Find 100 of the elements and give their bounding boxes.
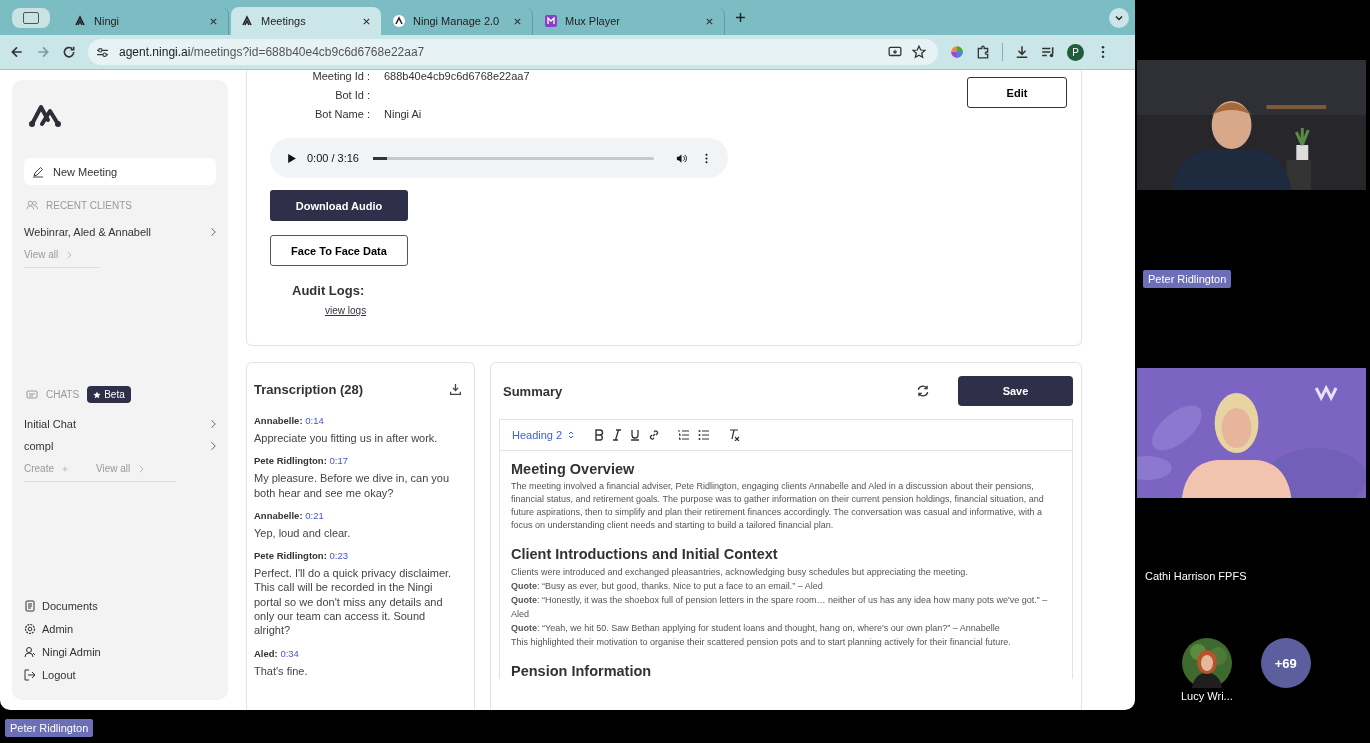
close-icon[interactable]: [209, 16, 218, 26]
gear-icon: [24, 622, 36, 635]
timestamp-link[interactable]: 0:23: [329, 550, 348, 562]
profile-avatar[interactable]: P: [1067, 43, 1084, 61]
tab-search-icon[interactable]: [12, 7, 50, 28]
people-icon: [26, 199, 38, 211]
section-heading: Meeting Overview: [511, 461, 636, 477]
rich-text-editor[interactable]: [499, 419, 1073, 679]
color-wheel-icon[interactable]: [950, 45, 964, 59]
speaker-name-badge: Peter Ridlington: [5, 719, 94, 737]
logo-icon: [74, 15, 86, 27]
download-icon[interactable]: [1015, 45, 1029, 59]
chat-item[interactable]: compl: [24, 435, 216, 457]
speaker-name: Pete Ridlington:: [254, 550, 327, 562]
logo-icon: [241, 15, 253, 27]
timestamp-link[interactable]: 0:34: [280, 647, 299, 659]
tab-menu-button[interactable]: [1109, 7, 1129, 28]
media-icon[interactable]: [1041, 45, 1055, 59]
participant-name: Peter Ridlington: [1143, 270, 1232, 288]
transcript-text: My pleasure. Before we dive in, can you both hear and see me okay?: [254, 471, 451, 500]
speaker-name: Annabelle:: [254, 415, 303, 426]
more-participants-badge[interactable]: +69: [1260, 638, 1311, 688]
updown-icon: [568, 430, 575, 440]
edit-button[interactable]: Edit: [967, 77, 1067, 108]
site-settings-icon[interactable]: [96, 45, 109, 59]
save-button[interactable]: Save: [958, 376, 1073, 406]
refresh-icon[interactable]: [916, 384, 930, 398]
summary-line: Quote: “Busy as ever, but good, thanks. Nice to put a face to an email.” – Aled: [511, 580, 824, 593]
nav-item[interactable]: Admin: [24, 617, 216, 640]
document-icon: [24, 599, 36, 612]
view-logs-link[interactable]: view logs: [325, 305, 367, 316]
bold-icon[interactable]: [594, 429, 605, 441]
logo-icon: [28, 102, 62, 128]
play-icon[interactable]: [286, 152, 297, 164]
speaker-name: Annabelle:: [254, 509, 303, 521]
timestamp-link[interactable]: 0:21: [305, 509, 324, 521]
volume-icon[interactable]: [676, 152, 687, 164]
chat-item[interactable]: Initial Chat: [24, 413, 216, 435]
transcript-text: Appreciate you fitting us in after work.: [254, 431, 439, 446]
new-meeting-button[interactable]: New Meeting: [24, 158, 216, 185]
chevron-icon: [210, 227, 216, 237]
pencil-icon: [32, 165, 44, 178]
numbered-list-icon[interactable]: [678, 429, 691, 441]
bullet-list-icon[interactable]: [698, 429, 711, 441]
link-icon[interactable]: [648, 429, 661, 441]
address-bar[interactable]: agent.ningi.ai/meetings?id=688b40e4cb9c6d6768e22aa7: [88, 39, 938, 65]
close-icon[interactable]: [513, 16, 522, 26]
participant-name: Lucy Wri...: [1181, 690, 1233, 702]
section-heading: RECENT CLIENTS: [46, 199, 132, 211]
chevron-icon: [210, 419, 216, 429]
beta-badge: Beta: [87, 386, 131, 403]
italic-icon[interactable]: [612, 429, 623, 441]
star-icon[interactable]: [912, 45, 926, 59]
participant-name: Cathi Harrison FPFS: [1144, 570, 1248, 582]
summary-line: Quote: “Honestly, it was the shoebox full of pension letters in the spare room… neither of us has any idea how many pots we've got.” – Aled: [511, 594, 1049, 621]
panel-title: Transcription (28): [254, 381, 364, 397]
section-heading: Client Introductions and Initial Context: [511, 546, 779, 562]
close-icon[interactable]: [705, 16, 714, 26]
nav-item[interactable]: Logout: [24, 663, 216, 686]
face-to-face-button[interactable]: Face To Face Data: [270, 235, 408, 266]
summary-line: Quote: “Yeah, we hit 50. Saw Bethan applying for student loans and thought, hang on, where's our own plan?” – Annabelle: [511, 622, 1001, 635]
chevron-icon: [210, 441, 216, 451]
transcript-text: That's fine.: [254, 663, 309, 678]
speaker-name: Aled:: [254, 647, 278, 659]
download-audio-button[interactable]: Download Audio: [270, 190, 408, 221]
back-icon[interactable]: [10, 45, 24, 59]
extensions-icon[interactable]: [976, 45, 990, 59]
url-text: agent.ningi.ai/meetings?id=688b40e4cb9c6d6768e22aa7: [119, 45, 425, 59]
logo-icon: [545, 15, 557, 27]
install-icon[interactable]: [888, 45, 902, 59]
audio-time: 0:00 / 3:16: [307, 152, 359, 164]
audit-heading: Audit Logs:: [292, 283, 366, 298]
underline-icon[interactable]: [630, 429, 641, 441]
logo-icon: [393, 15, 405, 27]
new-tab-icon[interactable]: [735, 12, 746, 23]
download-icon[interactable]: [449, 382, 462, 396]
field-label: Bot Id :: [334, 89, 370, 102]
chat-icon: [26, 388, 38, 401]
summary-line: Clients were introduced and exchanged pleasantries, acknowledging busy schedules but appreciating the meeting.: [511, 566, 969, 579]
summary-paragraph: The meeting involved a financial adviser, Pete Ridlington, engaging clients Annabelle and Aled in a discussion about their pensions, financial status, and retirement goals. The purpose was to gather information on their current pension holdings, financial situation, and future aspirations, then to simplify and plan their retirement finances accordingly. The conversation was casual and informative, with a focus on understanding client needs and starting to build a tailored financial plan.: [511, 480, 1045, 532]
field-label: Bot Name :: [313, 108, 370, 121]
reload-icon[interactable]: [62, 45, 76, 59]
nav-item[interactable]: Documents: [24, 594, 216, 617]
browser-tab[interactable]: Meetings: [231, 7, 381, 35]
field-value: 688b40e4cb9c6d6768e22aa7: [384, 70, 530, 83]
summary-line: This highlighted their motivation to organise their scattered pension pots and to start planning actively for their financial future.: [511, 636, 1012, 649]
timestamp-link[interactable]: 0:14: [305, 415, 324, 426]
nav-item[interactable]: Ningi Admin: [24, 640, 216, 663]
logout-icon: [24, 668, 36, 681]
plus-icon: [62, 464, 68, 473]
timestamp-link[interactable]: 0:17: [329, 455, 348, 467]
client-item[interactable]: Webinrar, Aled & Annabell: [24, 221, 216, 243]
speaker-name: Pete Ridlington:: [254, 455, 327, 467]
transcript-text: Perfect. I'll do a quick privacy disclaimer. This call will be recorded in the Ningi portal so we don't miss any details and only our team can access it. Sound alright?: [254, 566, 453, 638]
clear-format-icon[interactable]: [728, 429, 741, 441]
close-icon[interactable]: [362, 16, 371, 26]
audio-seek-bar[interactable]: [373, 156, 654, 160]
format-select[interactable]: Heading 2: [512, 429, 575, 441]
user-icon: [24, 645, 36, 658]
chevron-icon: [66, 250, 73, 259]
